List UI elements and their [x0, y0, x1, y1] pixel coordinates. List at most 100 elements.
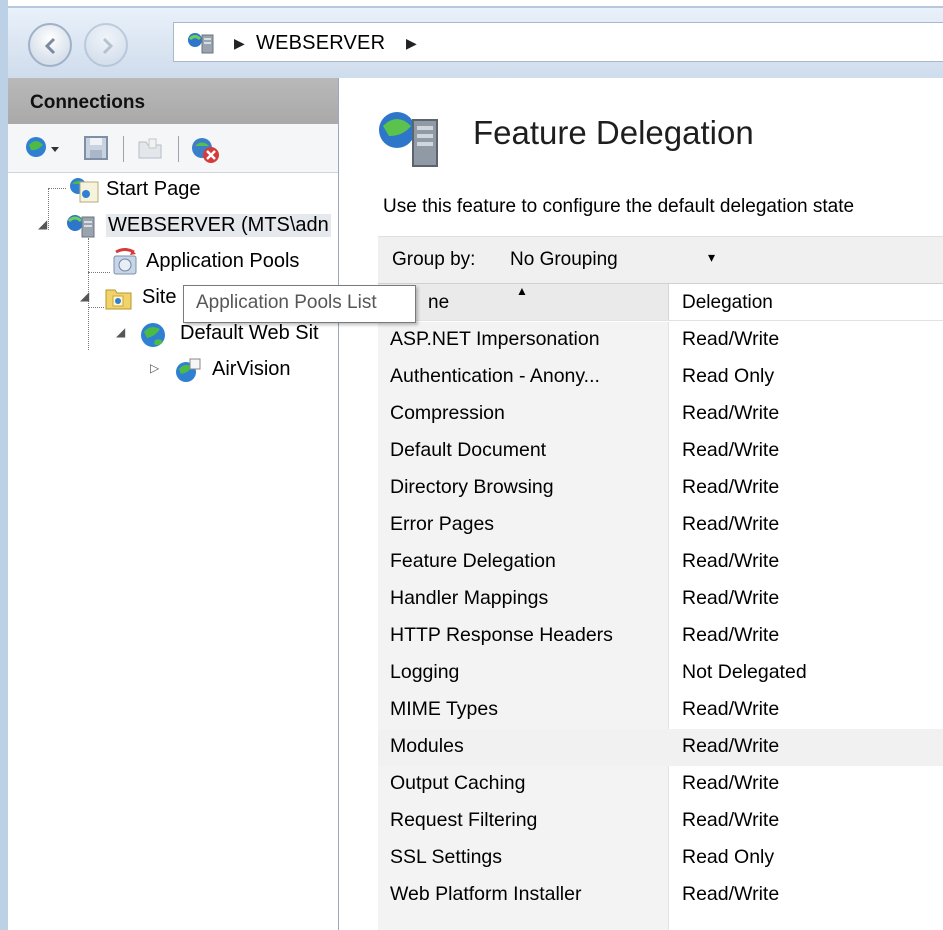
collapse-arrow-icon[interactable]: ◢	[116, 325, 125, 339]
iis-manager-window: ▶ WEBSERVER ▶ Connections Start Page ◢ W…	[0, 0, 943, 930]
table-row[interactable]: HTTP Response Headers Read/Write	[378, 618, 943, 655]
delegation-value: Read/Write	[682, 439, 780, 461]
column-header-label: ne	[428, 292, 450, 313]
page-description: Use this feature to configure the defaul…	[383, 196, 855, 217]
feature-name: Directory Browsing	[390, 476, 554, 498]
forward-arrow-icon	[102, 37, 114, 55]
dropdown-arrow-icon[interactable]: ▾	[708, 249, 715, 266]
table-row[interactable]: SSL Settings Read Only	[378, 840, 943, 877]
connections-title: Connections	[30, 92, 146, 113]
forward-button[interactable]	[84, 23, 128, 67]
delegation-value: Read/Write	[682, 550, 780, 572]
table-header: ne ▲ Delegation	[378, 284, 943, 321]
table-row-highlighted[interactable]: Modules Read/Write	[378, 729, 943, 766]
feature-name: MIME Types	[390, 698, 499, 720]
feature-name: Modules	[390, 735, 464, 757]
table-row[interactable]: Directory Browsing Read/Write	[378, 470, 943, 507]
tree-item-label: Default Web Sit	[180, 322, 319, 344]
group-by-select[interactable]: No Grouping	[510, 249, 618, 271]
feature-name: SSL Settings	[390, 846, 503, 868]
tree-line	[48, 188, 49, 230]
delegation-value: Read/Write	[682, 809, 780, 831]
table-row[interactable]: Request Filtering Read/Write	[378, 803, 943, 840]
tree-line	[48, 188, 66, 189]
feature-name: Request Filtering	[390, 809, 538, 831]
collapse-arrow-icon[interactable]: ◢	[38, 217, 47, 231]
feature-name: Error Pages	[390, 513, 495, 535]
feature-name: Feature Delegation	[390, 550, 556, 572]
server-icon	[186, 31, 216, 60]
delegation-value: Read/Write	[682, 476, 780, 498]
tree-item-label: AirVision	[212, 358, 291, 380]
delegation-value: Read/Write	[682, 772, 780, 794]
table-row[interactable]: Authentication - Anony... Read Only	[378, 359, 943, 396]
feature-name: Authentication - Anony...	[390, 365, 600, 387]
tree-item-label: Site	[142, 286, 177, 308]
delegation-value: Read/Write	[682, 587, 780, 609]
address-bar[interactable]: ▶ WEBSERVER ▶	[173, 22, 943, 62]
delegation-value: Read/Write	[682, 402, 780, 424]
feature-name: HTTP Response Headers	[390, 624, 613, 646]
connections-header: Connections	[8, 78, 338, 124]
tree-line	[88, 307, 104, 308]
table-row[interactable]: Logging Not Delegated	[378, 655, 943, 692]
start-page-icon	[66, 176, 102, 210]
save-icon[interactable]	[82, 134, 110, 167]
table-row[interactable]: Default Document Read/Write	[378, 433, 943, 470]
app-pool-icon	[110, 248, 142, 284]
globe-icon[interactable]	[24, 134, 64, 167]
tree-item-label: WEBSERVER (MTS\adn	[106, 214, 331, 237]
sites-folder-icon	[104, 284, 134, 318]
table-row[interactable]: Handler Mappings Read/Write	[378, 581, 943, 618]
table-row[interactable]: MIME Types Read/Write	[378, 692, 943, 729]
table-row[interactable]: Error Pages Read/Write	[378, 507, 943, 544]
table-row[interactable]: Feature Delegation Read/Write	[378, 544, 943, 581]
feature-name: Default Document	[390, 439, 547, 461]
column-header-delegation[interactable]: Delegation	[682, 292, 773, 314]
web-site-icon	[138, 320, 168, 350]
tree-item-label: Application Pools	[146, 250, 300, 272]
collapse-arrow-icon[interactable]: ◢	[80, 289, 89, 303]
toolbar-separator	[178, 136, 179, 162]
feature-name: Logging	[390, 661, 460, 683]
expand-arrow-icon[interactable]: ▷	[150, 361, 159, 375]
feature-name: ASP.NET Impersonation	[390, 328, 600, 350]
table-row[interactable]: Output Caching Read/Write	[378, 766, 943, 803]
feature-name: Compression	[390, 402, 505, 424]
tooltip: Application Pools List	[183, 285, 416, 323]
disconnect-icon[interactable]	[188, 134, 222, 169]
delegation-value: Read/Write	[682, 513, 780, 535]
tree-line	[88, 272, 110, 273]
table-row[interactable]: ASP.NET Impersonation Read/Write	[378, 322, 943, 359]
delegation-value: Read Only	[682, 365, 775, 387]
breadcrumb-webserver[interactable]: WEBSERVER	[256, 32, 385, 55]
delegation-value: Read Only	[682, 846, 775, 868]
group-by-bar: Group by: No Grouping ▾	[378, 236, 943, 284]
navigation-bar: ▶ WEBSERVER ▶	[8, 6, 943, 78]
tree-item-label: Start Page	[106, 178, 201, 200]
folder-icon[interactable]	[136, 134, 164, 167]
delegation-value: Read/Write	[682, 328, 780, 350]
feature-name: Web Platform Installer	[390, 883, 582, 905]
breadcrumb-separator: ▶	[234, 35, 245, 51]
delegation-value: Not Delegated	[682, 661, 807, 683]
server-icon	[375, 108, 445, 175]
feature-name: Handler Mappings	[390, 587, 549, 609]
delegation-value: Read/Write	[682, 883, 780, 905]
group-by-label: Group by:	[392, 249, 476, 270]
delegation-value: Read/Write	[682, 735, 780, 757]
feature-name: Output Caching	[390, 772, 526, 794]
breadcrumb-chevron[interactable]: ▶	[406, 35, 417, 52]
table-row[interactable]: Compression Read/Write	[378, 396, 943, 433]
delegation-value: Read/Write	[682, 698, 780, 720]
delegation-value: Read/Write	[682, 624, 780, 646]
toolbar-separator	[123, 136, 124, 162]
web-app-icon	[172, 356, 204, 392]
feature-delegation-pane: Feature Delegation Use this feature to c…	[353, 78, 943, 930]
server-icon	[64, 212, 98, 246]
table-row[interactable]: Web Platform Installer Read/Write	[378, 877, 943, 914]
sort-up-icon: ▲	[516, 284, 528, 298]
page-title: Feature Delegation	[473, 114, 754, 151]
connections-toolbar	[8, 124, 338, 173]
back-button[interactable]	[28, 23, 72, 67]
